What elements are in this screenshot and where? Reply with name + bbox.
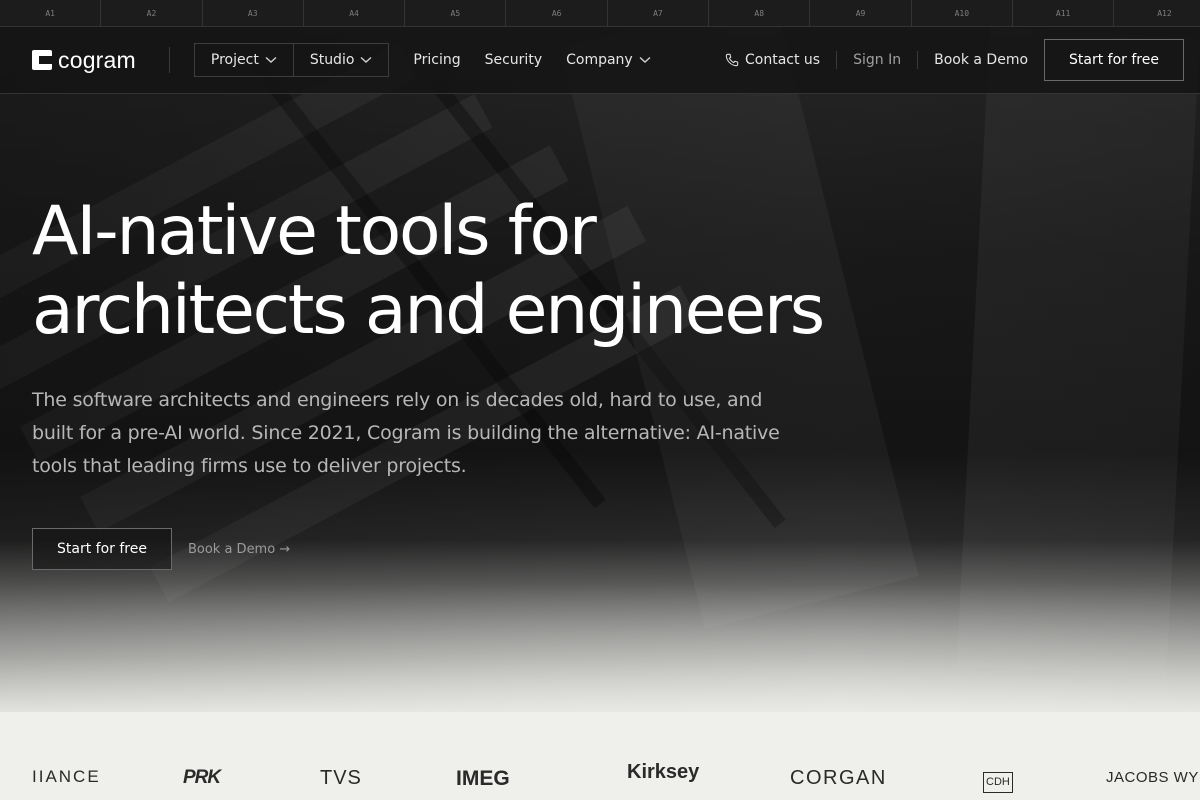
ruler-cell: A3 (203, 0, 304, 27)
chevron-down-icon (360, 56, 372, 63)
nav-pricing-link[interactable]: Pricing (413, 52, 460, 68)
nav-studio-dropdown[interactable]: Studio (292, 44, 389, 76)
nav-project-label: Project (210, 52, 259, 68)
hero-title: AI-native tools for architects and engin… (32, 192, 932, 350)
client-logo: JACOBS WYPER ARCHITECTS (1106, 770, 1200, 785)
cogram-logo[interactable]: cogram (32, 47, 136, 74)
nav-security-link[interactable]: Security (485, 52, 543, 68)
client-logo: Kirksey (627, 761, 700, 783)
hero-subtitle: The software architects and engineers re… (32, 389, 780, 477)
nav-separator (917, 51, 919, 69)
ruler-cell: A2 (101, 0, 203, 27)
nav-studio-label: Studio (309, 52, 355, 68)
chevron-down-icon (639, 56, 651, 63)
ruler-cell: A10 (912, 0, 1013, 27)
book-demo-link[interactable]: Book a Demo (934, 52, 1028, 68)
ruler-cell: A4 (304, 0, 406, 27)
nav-links: Pricing Security Company (413, 52, 651, 68)
hero-title-line-1: AI-native tools for (32, 192, 597, 271)
ruler-cell: A5 (405, 0, 507, 27)
client-logo: TVS (320, 767, 362, 789)
ruler-cell: A8 (709, 0, 811, 27)
nav-actions: Contact us Sign In Book a Demo Start for… (725, 39, 1184, 81)
hero-start-for-free-button[interactable]: Start for free (32, 528, 172, 570)
client-logo: IIANCE (32, 767, 101, 786)
client-logo: PRK (183, 767, 221, 788)
nav-project-dropdown[interactable]: Project (195, 44, 293, 76)
nav-divider (168, 47, 170, 73)
contact-us-label: Contact us (745, 52, 821, 68)
ruler-cell: A11 (1013, 0, 1115, 27)
top-ruler: A1 A2 A3 A4 A5 A6 A7 A8 A9 A10 A11 A12 (0, 0, 1200, 27)
client-logo: CORGAN (790, 767, 887, 789)
sign-in-link[interactable]: Sign In (853, 52, 901, 68)
hero-book-demo-link[interactable]: Book a Demo → (188, 542, 290, 557)
nav-company-dropdown[interactable]: Company (566, 52, 651, 68)
ruler-cell: A6 (506, 0, 608, 27)
hero-cta-group: Start for free Book a Demo → (32, 528, 290, 570)
ruler-cell: A7 (608, 0, 710, 27)
cogram-logo-icon (32, 50, 52, 70)
nav-product-group: Project Studio (193, 43, 390, 77)
ruler-cell: A9 (810, 0, 912, 27)
main-nav: cogram Project Studio Pricing Security C… (0, 27, 1200, 94)
client-logo: IMEG (456, 767, 510, 790)
hero-title-line-2: architects and engineers (32, 271, 825, 350)
client-logos-strip: IIANCE PRK TVS IMEG Kirksey CORGAN CDH J… (0, 712, 1200, 800)
client-logo: CDH (983, 772, 1013, 793)
start-for-free-button[interactable]: Start for free (1044, 39, 1184, 81)
ruler-cell: A12 (1114, 0, 1200, 27)
ruler-cell: A1 (0, 0, 102, 27)
chevron-down-icon (265, 56, 277, 63)
phone-icon (725, 53, 739, 67)
hero-section: AI-native tools for architects and engin… (32, 192, 932, 483)
nav-company-label: Company (566, 52, 633, 68)
nav-separator (836, 51, 838, 69)
contact-us-link[interactable]: Contact us (725, 52, 820, 68)
logo-text: cogram (58, 46, 136, 73)
